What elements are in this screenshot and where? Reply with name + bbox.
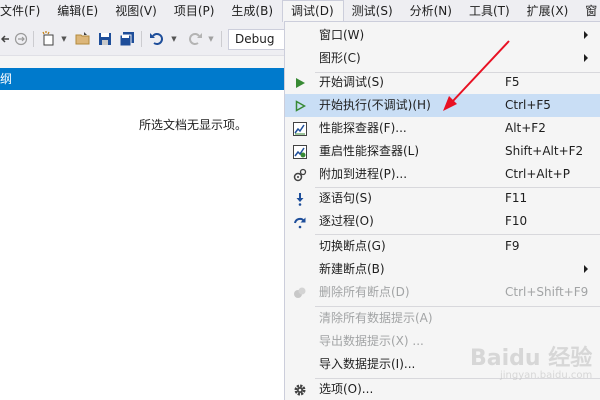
- watermark-url: jingyan.baidu.com: [500, 370, 593, 381]
- watermark-logo: Baidu 经验: [470, 346, 593, 371]
